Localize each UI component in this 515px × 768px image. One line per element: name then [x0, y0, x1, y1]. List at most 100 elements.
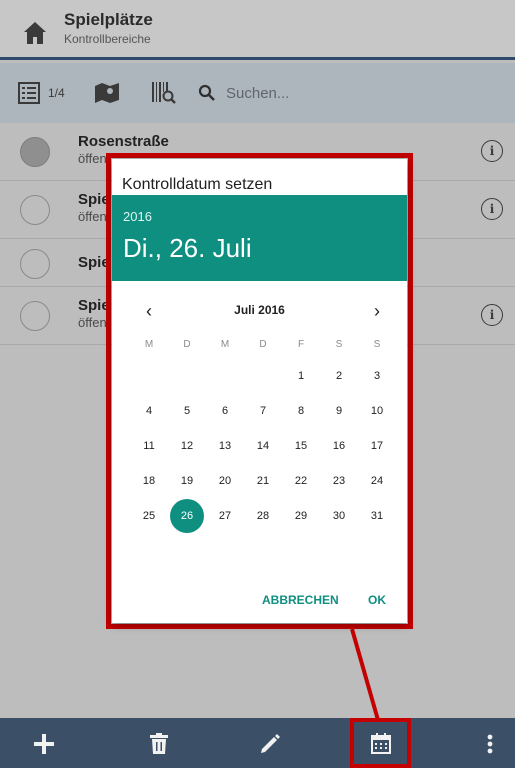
info-icon[interactable]: i — [481, 198, 503, 220]
status-indicator[interactable] — [20, 195, 50, 225]
calendar-day[interactable]: 14 — [244, 429, 282, 464]
calendar-empty-cell — [244, 359, 282, 394]
search-field[interactable]: Suchen... — [198, 81, 289, 105]
calendar-day-number: 8 — [297, 405, 305, 417]
calendar-day-number: 19 — [180, 475, 194, 487]
status-indicator[interactable] — [20, 137, 50, 167]
calendar-day-number: 7 — [259, 405, 267, 417]
dialog-actions: ABBRECHEN OK — [112, 593, 407, 613]
calendar-day-number: 23 — [332, 475, 346, 487]
calendar-day[interactable]: 22 — [282, 464, 320, 499]
selected-date-display: Di., 26. Juli — [123, 233, 252, 263]
calendar-day[interactable]: 24 — [358, 464, 396, 499]
weekday-label: S — [335, 339, 343, 350]
year-selector[interactable]: 2016 — [123, 209, 152, 224]
calendar-day-number: 24 — [370, 475, 384, 487]
list-icon — [18, 82, 40, 104]
calendar-day[interactable]: 8 — [282, 394, 320, 429]
calendar-day-number: 18 — [142, 475, 156, 487]
date-picker-dialog: Kontrolldatum setzen 2016 Di., 26. Juli … — [112, 159, 407, 623]
calendar-day-number: 29 — [294, 510, 308, 522]
calendar-day[interactable]: 25 — [130, 499, 168, 534]
calendar-day[interactable]: 28 — [244, 499, 282, 534]
search-input[interactable]: Suchen... — [226, 85, 289, 102]
dialog-title: Kontrolldatum setzen — [122, 176, 273, 193]
calendar-day-number: 13 — [218, 440, 232, 452]
weekday-label: F — [297, 339, 305, 350]
calendar-day-number: 5 — [183, 405, 191, 417]
calendar-week-row: 11 12 13 14 15 16 17 — [130, 429, 396, 464]
calendar-day-number: 16 — [332, 440, 346, 452]
calendar-day[interactable]: 23 — [320, 464, 358, 499]
calendar-day-number: 4 — [145, 405, 153, 417]
calendar-day-number: 28 — [256, 510, 270, 522]
info-icon[interactable]: i — [481, 304, 503, 326]
calendar-day-number: 3 — [373, 370, 381, 382]
calendar-day[interactable]: 3 — [358, 359, 396, 394]
calendar-day[interactable]: 19 — [168, 464, 206, 499]
calendar-weeks: 1 2 3 4 5 6 7 8 9 10 11 12 13 14 15 16 17 18 19 20 21 22 23 24 2… — [130, 359, 396, 534]
add-button[interactable] — [30, 730, 58, 758]
status-indicator[interactable] — [20, 301, 50, 331]
calendar-day[interactable]: 7 — [244, 394, 282, 429]
home-icon[interactable] — [22, 20, 48, 46]
calendar-week-row: 25 26 27 28 29 30 31 — [130, 499, 396, 534]
calendar-day-number: 2 — [335, 370, 343, 382]
calendar-day[interactable]: 10 — [358, 394, 396, 429]
edit-icon — [261, 734, 280, 753]
calendar-day[interactable]: 29 — [282, 499, 320, 534]
ok-button[interactable]: OK — [368, 593, 386, 607]
more-button[interactable] — [476, 730, 504, 758]
calendar-day[interactable]: 2 — [320, 359, 358, 394]
barcode-search-button[interactable] — [151, 81, 177, 105]
calendar-day[interactable]: 21 — [244, 464, 282, 499]
calendar-day-number: 17 — [370, 440, 384, 452]
delete-icon — [150, 733, 168, 754]
calendar-day[interactable]: 4 — [130, 394, 168, 429]
calendar-day-number: 6 — [221, 405, 229, 417]
calendar-day[interactable]: 31 — [358, 499, 396, 534]
calendar-week-row: 1 2 3 — [130, 359, 396, 394]
edit-button[interactable] — [256, 730, 284, 758]
calendar-day[interactable]: 15 — [282, 429, 320, 464]
calendar-day[interactable]: 5 — [168, 394, 206, 429]
calendar-day[interactable]: 17 — [358, 429, 396, 464]
calendar-button-highlight — [350, 718, 411, 768]
calendar-day-number: 25 — [142, 510, 156, 522]
list-item-subtitle: öffen — [78, 151, 107, 166]
calendar-day[interactable]: 16 — [320, 429, 358, 464]
list-item-title: Spie — [78, 191, 110, 208]
calendar-day[interactable]: 13 — [206, 429, 244, 464]
calendar-empty-cell — [206, 359, 244, 394]
calendar-grid: M D M D F S S 1 2 3 4 5 6 7 8 9 10 11 12 13 14 15 16 17 1… — [130, 339, 396, 534]
calendar-day-selected[interactable]: 26 — [168, 499, 206, 534]
delete-button[interactable] — [145, 730, 173, 758]
calendar-day-number: 26 — [180, 510, 194, 522]
map-button[interactable] — [94, 81, 120, 105]
calendar-day-number: 20 — [218, 475, 232, 487]
info-icon[interactable]: i — [481, 140, 503, 162]
calendar-day[interactable]: 9 — [320, 394, 358, 429]
cancel-button[interactable]: ABBRECHEN — [262, 593, 339, 607]
weekday-label: D — [183, 339, 191, 350]
weekday-label: M — [220, 339, 230, 350]
calendar-day[interactable]: 12 — [168, 429, 206, 464]
weekday-label: S — [373, 339, 381, 350]
calendar-day-number: 11 — [143, 440, 155, 452]
calendar-day[interactable]: 1 — [282, 359, 320, 394]
status-indicator[interactable] — [20, 249, 50, 279]
month-label: Juli 2016 — [234, 303, 285, 317]
list-view-button[interactable]: 1/4 — [18, 81, 65, 105]
calendar-day[interactable]: 30 — [320, 499, 358, 534]
calendar-day[interactable]: 6 — [206, 394, 244, 429]
calendar-day-number: 30 — [332, 510, 346, 522]
list-item-title: Spie — [78, 254, 110, 271]
calendar-day[interactable]: 18 — [130, 464, 168, 499]
date-header: 2016 Di., 26. Juli — [112, 195, 407, 281]
page-title: Spielplätze — [64, 10, 153, 29]
calendar-day[interactable]: 11 — [130, 429, 168, 464]
add-icon — [34, 734, 54, 754]
calendar-day[interactable]: 27 — [206, 499, 244, 534]
calendar-day[interactable]: 20 — [206, 464, 244, 499]
chevron-right-icon[interactable]: › — [368, 299, 386, 323]
